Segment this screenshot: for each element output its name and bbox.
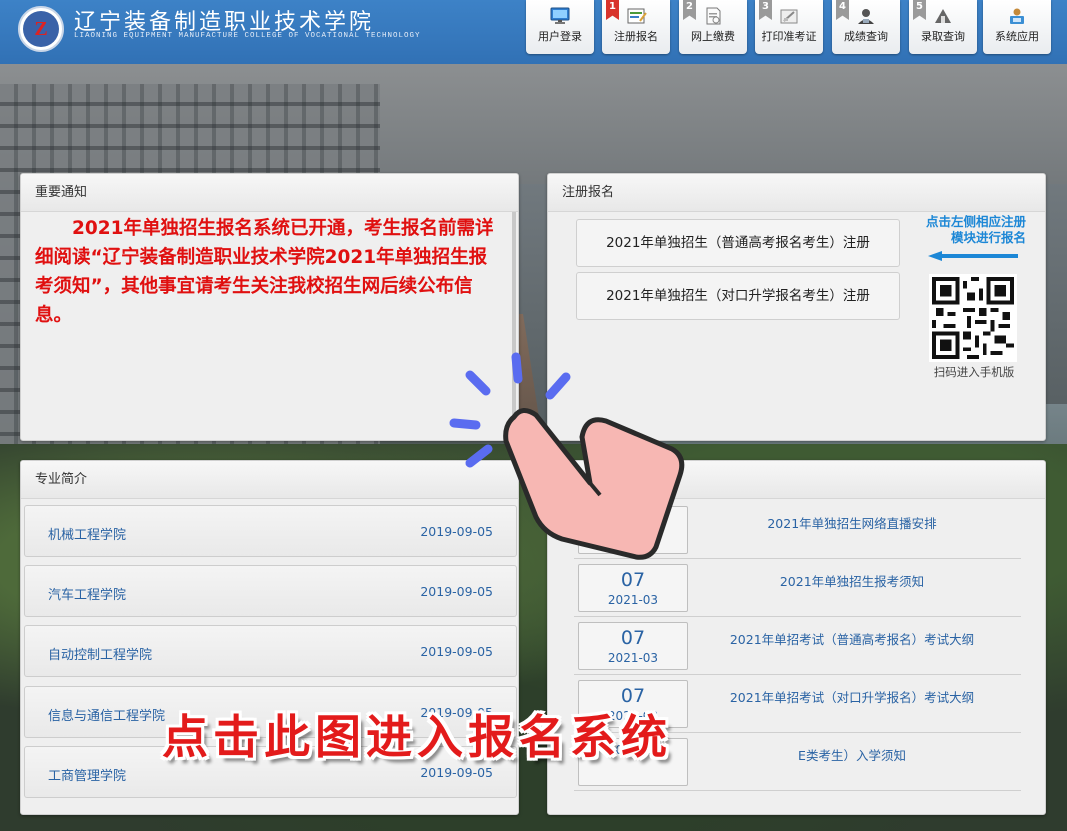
major-name: 信息与通信工程学院 [48, 709, 166, 724]
news-item[interactable]: 07 2021-03 2021年单独招生报考须知 [574, 559, 1021, 617]
nav-register[interactable]: 1 注册报名 [602, 0, 670, 54]
print-ticket-icon [780, 9, 798, 24]
step-marker: 4 [836, 0, 849, 20]
step-marker: 5 [913, 0, 926, 20]
site-header: Z 辽宁装备制造职业技术学院 LIAONING EQUIPMENT MANUFA… [0, 0, 1067, 64]
register-form-icon [627, 8, 647, 24]
news-year-month: 2021-03 [607, 535, 659, 549]
news-year-month: 2021-03 [607, 593, 659, 607]
college-name-en: LIAONING EQUIPMENT MANUFACTURE COLLEGE O… [74, 32, 421, 40]
news-title[interactable]: 2021年单独招生报考须知 [702, 571, 1002, 590]
major-date: 2019-09-05 [420, 765, 493, 780]
register-panel: 注册报名 2021年单独招生（普通高考报名考生）注册 2021年单独招生（对口升… [547, 173, 1046, 441]
major-date: 2019-09-05 [420, 644, 493, 659]
notice-text: 2021年单独招生报名系统已开通，考生报名前需详细阅读“辽宁装备制造职业技术学院… [35, 218, 494, 326]
register-hint: 点击左侧相应注册模块进行报名 [925, 214, 1026, 245]
monitor-icon [550, 7, 570, 24]
major-date: 2019-09-05 [420, 524, 493, 539]
nav-score-query[interactable]: 4 成绩查询 [832, 0, 900, 54]
list-item[interactable]: 机械工程学院 2019-09-05 [24, 505, 517, 557]
register-panel-title: 注册报名 [548, 174, 1045, 212]
news-item[interactable]: 07 2021-03 2021年单招考试（普通高考报名）考试大纲 [574, 617, 1021, 675]
major-date: 2019-09-05 [420, 584, 493, 599]
register-general-exam-button[interactable]: 2021年单独招生（普通高考报名考生）注册 [576, 219, 900, 267]
nav-label: 打印准考证 [761, 30, 817, 43]
notice-scrollbar[interactable] [512, 212, 516, 440]
qr-code-icon [932, 277, 1014, 359]
news-date-box: 07 2021-03 [578, 506, 688, 554]
nav-admission-query[interactable]: 5 录取查询 [909, 0, 977, 54]
nav-label: 用户登录 [538, 30, 582, 43]
nav-label: 系统应用 [995, 30, 1039, 43]
nav-print-ticket[interactable]: 3 打印准考证 [755, 0, 823, 54]
news-item[interactable]: 07 2021-03 2021年单独招生网络直播安排 [574, 501, 1021, 559]
major-name: 工商管理学院 [48, 769, 127, 784]
nav-label: 成绩查询 [844, 30, 888, 43]
nav-label: 网上缴费 [691, 30, 735, 43]
notice-panel: 重要通知 2021年单独招生报名系统已开通，考生报名前需详细阅读“辽宁装备制造职… [20, 173, 519, 441]
step-marker: 3 [759, 0, 772, 20]
list-item[interactable]: 自动控制工程学院 2019-09-05 [24, 625, 517, 677]
step-marker: 1 [606, 0, 619, 20]
news-day: 07 [620, 569, 646, 591]
qr-caption: 扫码进入手机版 [933, 365, 1015, 379]
notice-panel-title: 重要通知 [21, 174, 518, 212]
nav-label: 注册报名 [614, 30, 658, 43]
college-logo[interactable]: Z [18, 6, 64, 52]
news-day: 07 [620, 627, 646, 649]
nav-payment[interactable]: 2 网上缴费 [679, 0, 747, 54]
news-year-month: 2021-03 [607, 651, 659, 665]
news-title[interactable]: 2021年单独招生网络直播安排 [702, 513, 1002, 532]
overlay-enter-system-text[interactable]: 点击此图进入报名系统 [162, 701, 672, 767]
news-title[interactable]: E类考生）入学须知 [702, 745, 1002, 764]
news-date-box: 07 2021-03 [578, 564, 688, 612]
news-panel-title [548, 461, 1045, 499]
news-day: 07 [620, 511, 646, 533]
payment-document-icon [706, 7, 721, 25]
college-logo-mark: Z [23, 11, 59, 47]
nav-label: 录取查询 [921, 30, 965, 43]
major-name: 机械工程学院 [48, 528, 127, 543]
register-vocational-exam-button[interactable]: 2021年单独招生（对口升学报名考生）注册 [576, 272, 900, 320]
major-name: 汽车工程学院 [48, 588, 127, 603]
arrow-left-icon [928, 251, 1018, 261]
news-date-box: 07 2021-03 [578, 622, 688, 670]
news-title[interactable]: 2021年单招考试（普通高考报名）考试大纲 [702, 629, 1002, 648]
step-marker: 2 [683, 0, 696, 20]
list-item[interactable]: 汽车工程学院 2019-09-05 [24, 565, 517, 617]
major-name: 自动控制工程学院 [48, 648, 153, 663]
admission-icon [935, 9, 951, 23]
system-app-icon [1010, 8, 1024, 24]
nav-user-login[interactable]: 用户登录 [526, 0, 594, 54]
qr-code[interactable] [929, 274, 1017, 362]
majors-panel-title: 专业简介 [21, 461, 518, 499]
nav-system-apps[interactable]: 系统应用 [983, 0, 1051, 54]
news-title[interactable]: 2021年单招考试（对口升学报名）考试大纲 [702, 687, 1002, 706]
score-person-icon [858, 9, 874, 24]
